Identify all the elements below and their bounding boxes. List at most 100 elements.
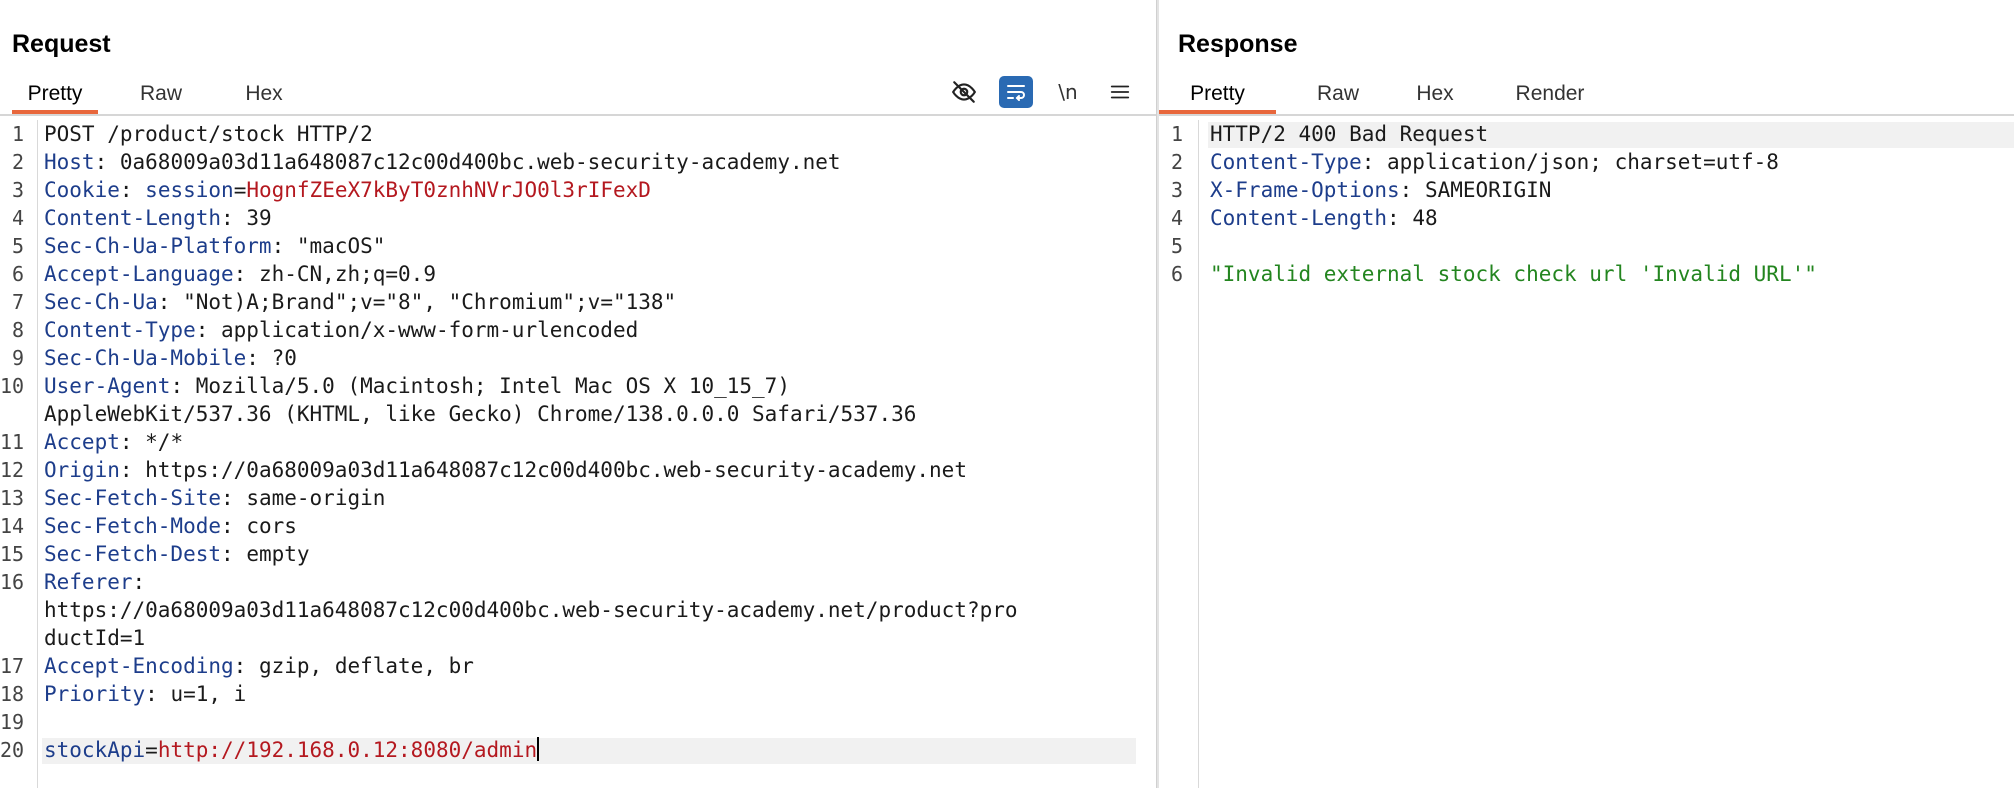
line-content: Content-Type: application/x-www-form-url…: [44, 316, 638, 344]
header-value: Mozilla/5.0 (Macintosh; Intel Mac OS X 1…: [183, 374, 790, 398]
code-line: 18 Priority: u=1, i: [0, 680, 1156, 708]
line-number: 1: [11, 122, 24, 146]
json-string: "Invalid external stock check url 'Inval…: [1210, 262, 1817, 286]
cookie-name: session: [145, 178, 234, 202]
code-line: 8 Content-Type: application/x-www-form-ur…: [0, 316, 1156, 344]
code-line: 15 Sec-Fetch-Dest: empty: [0, 540, 1156, 568]
eye-slash-icon[interactable]: [947, 76, 981, 108]
header-value: SAMEORIGIN: [1412, 178, 1552, 202]
line-number: 8: [11, 318, 24, 342]
request-pane: Request Pretty Raw Hex \n 1 POST /product…: [0, 0, 1156, 788]
request-tab-raw[interactable]: Raw: [128, 82, 194, 114]
line-number: 12: [0, 458, 25, 482]
line-content: HTTP/2 400 Bad Request: [1210, 120, 1488, 148]
line-content: POST /product/stock HTTP/2: [44, 120, 373, 148]
colon: :: [157, 290, 171, 314]
line-content: Sec-Fetch-Mode: cors: [44, 512, 297, 540]
request-tab-hex[interactable]: Hex: [236, 82, 292, 114]
response-tab-render[interactable]: Render: [1507, 82, 1593, 114]
line-content: Origin: https://0a68009a03d11a648087c12c…: [44, 456, 967, 484]
header-value: 0a68009a03d11a648087c12c00d400bc.web-sec…: [107, 150, 841, 174]
code-line: 12 Origin: https://0a68009a03d11a648087c1…: [0, 456, 1156, 484]
response-pane: Response Pretty Raw Hex Render 1 HTTP/2 4…: [1159, 0, 2014, 788]
line-number: 1: [1170, 122, 1183, 146]
line-content: "Invalid external stock check url 'Inval…: [1210, 260, 1817, 288]
line-number: 9: [11, 346, 24, 370]
word-wrap-icon[interactable]: [999, 76, 1033, 108]
line-content: Content-Type: application/json; charset=…: [1210, 148, 1779, 176]
header-name: Content-Length: [1210, 206, 1388, 230]
line-number: 6: [11, 262, 24, 286]
line-number: 4: [11, 206, 24, 230]
code-line: 16 Referer:: [0, 568, 1156, 596]
line-content: stockApi=http://192.168.0.12:8080/admin: [44, 736, 540, 764]
line-number: 11: [0, 430, 25, 454]
line-content: Accept-Language: zh-CN,zh;q=0.9: [44, 260, 436, 288]
line-number: 10: [0, 374, 25, 398]
header-value: 48: [1399, 206, 1438, 230]
hamburger-menu-icon[interactable]: [1103, 76, 1137, 108]
header-value: zh-CN,zh;q=0.9: [246, 262, 436, 286]
code-line: 10 User-Agent: Mozilla/5.0 (Macintosh; In…: [0, 372, 1156, 400]
line-content: Sec-Ch-Ua-Mobile: ?0: [44, 344, 297, 372]
colon: :: [132, 570, 146, 594]
line-content: https://0a68009a03d11a648087c12c00d400bc…: [44, 596, 1018, 624]
header-value: */*: [132, 430, 184, 454]
line-content: Accept-Encoding: gzip, deflate, br: [44, 652, 474, 680]
header-name: Content-Type: [1210, 150, 1362, 174]
request-editor[interactable]: 1 POST /product/stock HTTP/2 2 Host: 0a6800…: [0, 120, 1156, 788]
request-tab-pretty[interactable]: Pretty: [12, 82, 98, 114]
line-number: 3: [1170, 178, 1183, 202]
colon: :: [195, 318, 209, 342]
line-number: 14: [0, 514, 25, 538]
response-tab-raw[interactable]: Raw: [1305, 82, 1371, 114]
line-number: 19: [0, 710, 25, 734]
text: AppleWebKit/537.36 (KHTML, like Gecko) C…: [44, 402, 917, 426]
header-name: Accept-Language: [44, 262, 234, 286]
line-number: 15: [0, 542, 25, 566]
line-number: 2: [11, 150, 24, 174]
line-number: 5: [1170, 234, 1183, 258]
line-content: ductId=1: [44, 624, 145, 652]
header-value: "macOS": [284, 234, 386, 258]
header-name: Accept-Encoding: [44, 654, 234, 678]
header-name: Content-Length: [44, 206, 222, 230]
header-value: https://0a68009a03d11a648087c12c00d400bc…: [132, 458, 967, 482]
response-tab-pretty[interactable]: Pretty: [1159, 82, 1276, 114]
response-title: Response: [1178, 30, 1298, 58]
code-line: 4 Content-Length: 48: [1159, 204, 2014, 232]
colon: :: [119, 458, 133, 482]
line-number: 20: [0, 738, 25, 762]
header-name: Sec-Fetch-Mode: [44, 514, 222, 538]
header-value: same-origin: [233, 486, 386, 510]
text-cursor: [537, 737, 540, 761]
colon: :: [221, 542, 234, 566]
line-content: Accept: */*: [44, 428, 183, 456]
header-value: application/json; charset=utf-8: [1374, 150, 1779, 174]
colon: :: [221, 206, 234, 230]
line-content: Referer:: [44, 568, 145, 596]
line-content: Content-Length: 39: [44, 204, 272, 232]
line-number: 16: [0, 570, 25, 594]
line-number: 2: [1170, 150, 1183, 174]
colon: :: [233, 654, 247, 678]
colon: :: [221, 514, 234, 538]
response-tab-hex[interactable]: Hex: [1407, 82, 1463, 114]
line-number: 17: [0, 654, 25, 678]
response-editor[interactable]: 1 HTTP/2 400 Bad Request 2 Content-Type: ap…: [1159, 120, 2014, 788]
header-value: application/x-www-form-urlencoded: [208, 318, 639, 342]
code-line: 20 stockApi=http://192.168.0.12:8080/admi…: [0, 736, 1156, 764]
colon: :: [246, 346, 259, 370]
code-line: 1 HTTP/2 400 Bad Request: [1159, 120, 2014, 148]
colon: :: [94, 150, 108, 174]
header-value: empty: [233, 542, 310, 566]
colon: :: [221, 486, 234, 510]
newline-toggle-icon[interactable]: \n: [1051, 76, 1085, 108]
header-name: Sec-Fetch-Site: [44, 486, 222, 510]
colon: :: [170, 374, 184, 398]
code-line: 2 Host: 0a68009a03d11a648087c12c00d400bc.…: [0, 148, 1156, 176]
code-line: 5: [1159, 232, 2014, 260]
line-content: Sec-Fetch-Site: same-origin: [44, 484, 385, 512]
line-content: User-Agent: Mozilla/5.0 (Macintosh; Inte…: [44, 372, 790, 400]
